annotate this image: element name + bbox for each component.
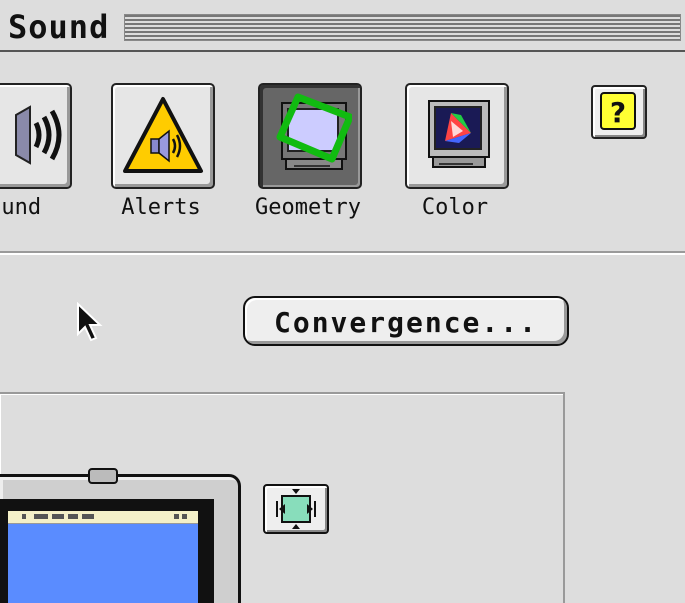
tab-alerts-label: Alerts [121, 195, 201, 220]
monitor-menubar [8, 511, 198, 524]
tab-color-label: Color [421, 195, 489, 220]
help-icon: ? [600, 92, 636, 130]
mouse-cursor-icon [77, 302, 103, 342]
tab-sound-label: Sound [0, 195, 42, 220]
geometry-monitor-icon [276, 93, 352, 170]
monitor-top-handle [88, 468, 118, 484]
title-bar-stripes [124, 14, 681, 41]
tab-color[interactable] [405, 83, 509, 189]
tab-alerts[interactable] [111, 83, 215, 189]
help-label: ? [610, 96, 626, 129]
tab-sound[interactable] [0, 83, 72, 189]
monitor-preview [0, 468, 241, 603]
fit-to-screen-button[interactable] [263, 484, 329, 534]
resize-arrows-icon [276, 489, 316, 529]
title-bar[interactable]: Sound [0, 0, 685, 52]
color-monitor-icon [428, 100, 490, 168]
tab-geometry-label: Geometry [255, 195, 361, 220]
tab-geometry[interactable] [258, 83, 362, 189]
speaker-icon [15, 105, 62, 165]
alert-speaker-icon [123, 97, 203, 173]
help-button[interactable]: ? [591, 85, 647, 139]
window-title: Sound [0, 8, 120, 46]
divider [0, 251, 685, 255]
monitor-screen[interactable] [8, 511, 198, 603]
convergence-button[interactable]: Convergence... [243, 296, 569, 346]
control-panel-window: Sound Sound Alerts Geometr [0, 0, 685, 603]
